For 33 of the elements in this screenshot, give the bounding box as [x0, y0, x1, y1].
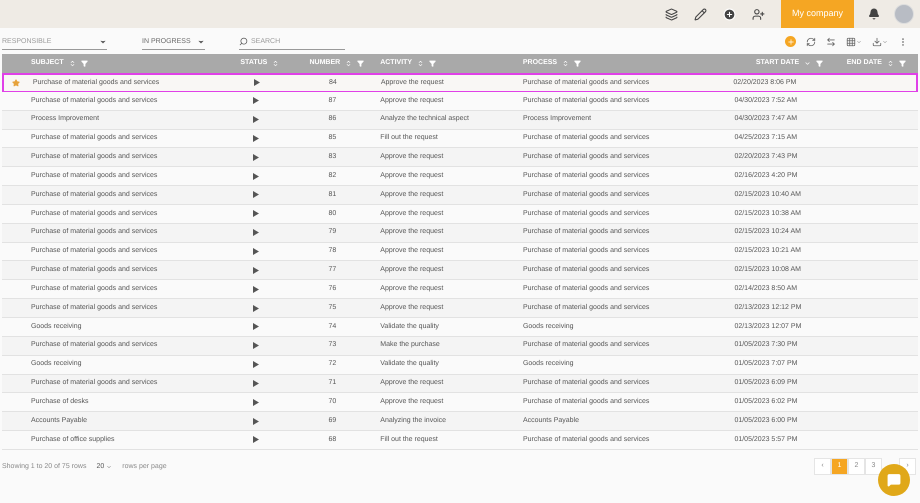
search-icon	[239, 37, 248, 46]
add-icon[interactable]	[722, 8, 736, 20]
play-icon[interactable]	[253, 398, 260, 406]
chat-icon	[887, 472, 901, 487]
play-icon[interactable]	[253, 134, 260, 142]
caret-icon	[106, 464, 112, 470]
swap-icon[interactable]	[826, 36, 836, 46]
add-user-icon[interactable]	[752, 8, 765, 20]
bell-icon[interactable]	[868, 8, 880, 20]
play-icon[interactable]	[253, 266, 260, 274]
refresh-icon[interactable]	[806, 36, 816, 46]
play-icon[interactable]	[253, 380, 260, 387]
play-icon[interactable]	[253, 172, 260, 180]
play-icon[interactable]	[253, 97, 260, 104]
play-icon[interactable]	[253, 154, 260, 161]
play-icon[interactable]	[253, 361, 260, 368]
layers-icon[interactable]	[664, 8, 678, 20]
play-icon[interactable]	[253, 436, 260, 444]
play-icon[interactable]	[253, 323, 260, 330]
play-icon[interactable]	[253, 248, 260, 256]
download-icon[interactable]	[872, 36, 888, 46]
play-icon[interactable]	[253, 229, 260, 236]
play-icon[interactable]	[254, 79, 260, 86]
play-icon[interactable]	[253, 418, 260, 425]
play-icon[interactable]	[253, 304, 260, 312]
play-icon[interactable]	[253, 342, 260, 350]
pencil-icon[interactable]	[694, 8, 707, 20]
star-icon[interactable]	[12, 78, 20, 87]
play-icon[interactable]	[253, 191, 260, 198]
play-icon[interactable]	[253, 116, 260, 124]
play-icon[interactable]	[253, 286, 260, 293]
columns-icon[interactable]	[846, 36, 862, 46]
play-icon[interactable]	[253, 210, 260, 218]
